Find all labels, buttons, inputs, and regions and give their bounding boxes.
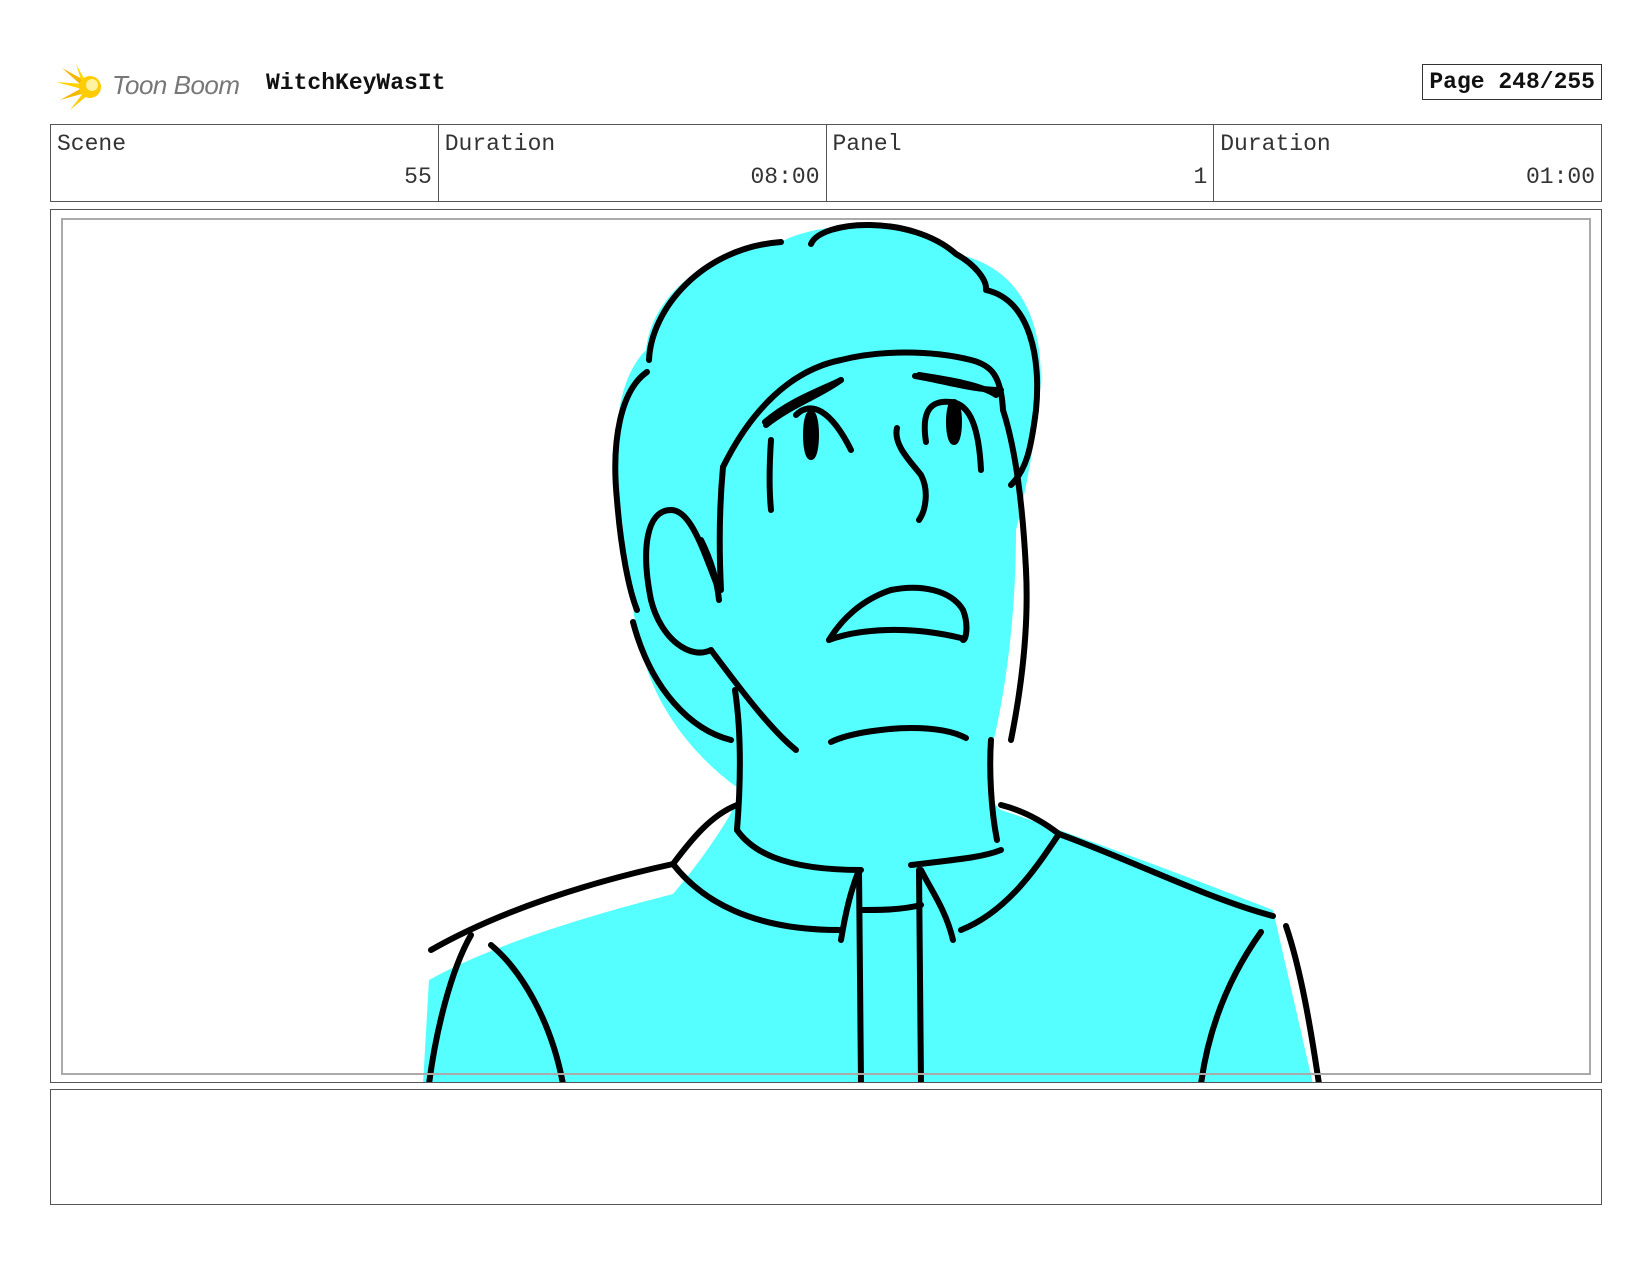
panel-notes-box xyxy=(50,1089,1602,1205)
character-sketch xyxy=(423,222,1322,1082)
page-indicator: Page 248/255 xyxy=(1422,64,1602,100)
panel-duration-cell: Duration 01:00 xyxy=(1214,125,1601,201)
logo-wordmark: Toon Boom xyxy=(112,70,240,100)
scene-cell: Scene 55 xyxy=(51,125,439,201)
header: Toon Boom WitchKeyWasIt Page 248/255 xyxy=(50,56,1602,112)
scene-label: Scene xyxy=(57,131,127,157)
storyboard-panel xyxy=(50,209,1602,1083)
panel-cell: Panel 1 xyxy=(827,125,1215,201)
scene-duration-cell: Duration 08:00 xyxy=(439,125,827,201)
scene-info-table: Scene 55 Duration 08:00 Panel 1 Duration… xyxy=(50,124,1602,202)
panel-duration-value: 01:00 xyxy=(1525,164,1595,190)
panel-duration-label: Duration xyxy=(1220,131,1331,157)
project-title: WitchKeyWasIt xyxy=(266,70,446,96)
scene-duration-label: Duration xyxy=(444,131,556,157)
scene-value: 55 xyxy=(404,164,432,190)
panel-value: 1 xyxy=(1193,164,1208,190)
scene-duration-value: 08:00 xyxy=(750,164,820,190)
panel-label: Panel xyxy=(832,131,902,157)
toon-boom-logo: Toon Boom xyxy=(54,60,254,112)
starburst-logo-icon xyxy=(56,64,101,110)
